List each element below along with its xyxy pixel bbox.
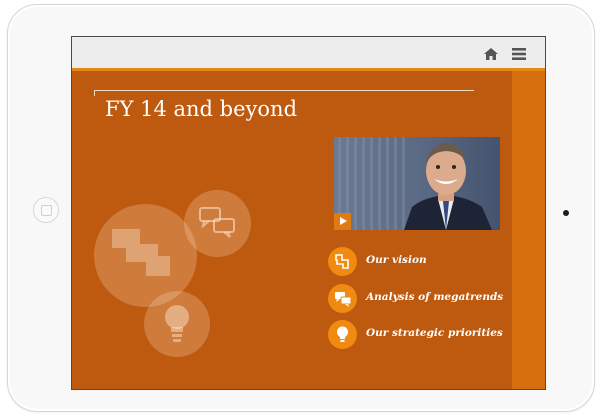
link-analysis-of-megatrends[interactable]: Analysis of megatrends bbox=[328, 284, 518, 314]
lightbulb-icon bbox=[328, 320, 357, 349]
app-screen: FY 14 and beyond Our vision Analysis of … bbox=[71, 36, 546, 390]
top-bar bbox=[72, 37, 545, 68]
chat-bubbles-illustration-icon bbox=[199, 207, 235, 238]
link-our-strategic-priorities[interactable]: Our strategic priorities bbox=[328, 320, 518, 350]
chat-bubbles-icon bbox=[328, 284, 357, 313]
video-thumbnail bbox=[334, 137, 500, 230]
link-our-vision[interactable]: Our vision bbox=[328, 247, 518, 277]
vision-icon bbox=[328, 247, 357, 276]
tablet-home-button[interactable] bbox=[33, 197, 59, 223]
link-label: Our vision bbox=[366, 254, 427, 266]
menu-icon[interactable] bbox=[511, 46, 527, 60]
top-bar-accent bbox=[72, 68, 545, 71]
lightbulb-illustration bbox=[144, 291, 210, 357]
link-label: Our strategic priorities bbox=[366, 327, 503, 339]
page-title: FY 14 and beyond bbox=[105, 97, 298, 121]
tablet-frame: FY 14 and beyond Our vision Analysis of … bbox=[7, 4, 595, 412]
title-rule bbox=[94, 90, 474, 91]
chat-illustration bbox=[184, 190, 251, 257]
tablet-camera bbox=[563, 210, 569, 216]
link-label: Analysis of megatrends bbox=[366, 291, 504, 303]
lightbulb-illustration-icon bbox=[165, 305, 189, 342]
home-icon[interactable] bbox=[483, 46, 499, 60]
title-rule-tick bbox=[94, 90, 95, 96]
play-icon[interactable] bbox=[334, 213, 351, 230]
video-player[interactable] bbox=[334, 137, 500, 230]
